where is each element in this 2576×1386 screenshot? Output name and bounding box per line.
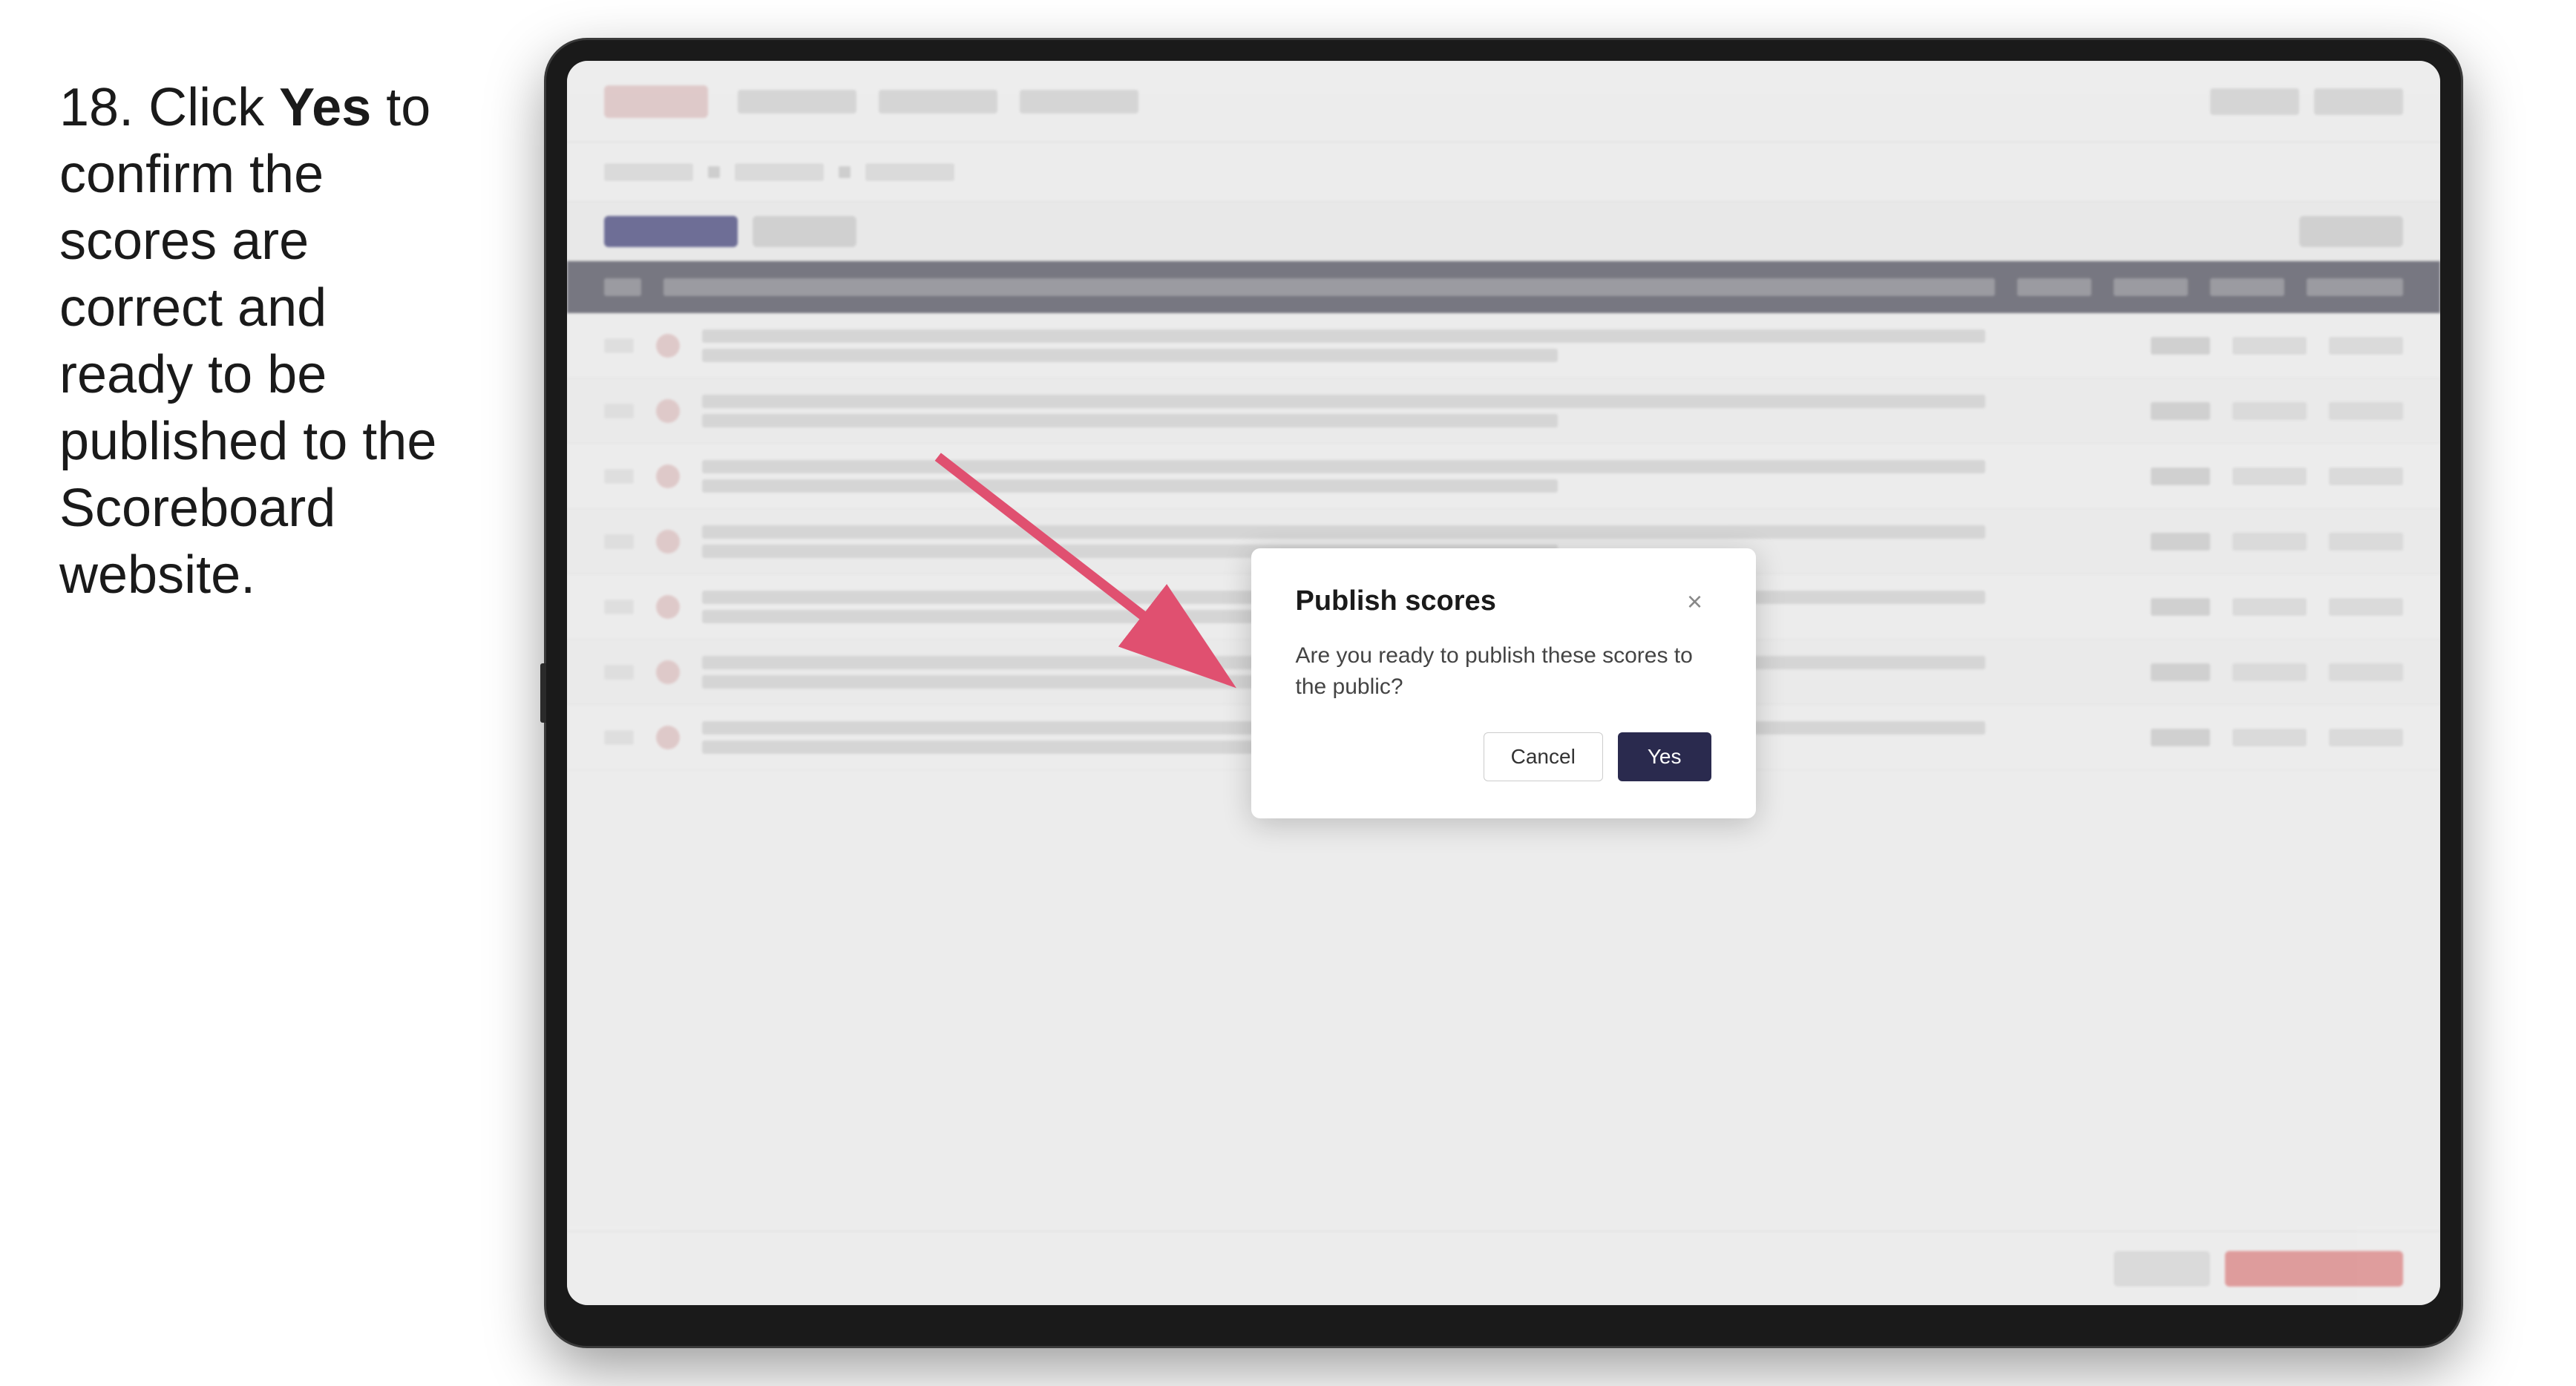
yes-button[interactable]: Yes: [1618, 732, 1711, 781]
dialog-message: Are you ready to publish these scores to…: [1296, 640, 1711, 703]
dialog-title: Publish scores: [1296, 585, 1496, 617]
tablet-frame: Publish scores × Are you ready to publis…: [490, 40, 2517, 1346]
yes-emphasis: Yes: [279, 78, 371, 137]
dialog-close-button[interactable]: ×: [1679, 585, 1711, 618]
tablet-screen: Publish scores × Are you ready to publis…: [567, 61, 2440, 1305]
cancel-button[interactable]: Cancel: [1484, 732, 1603, 781]
instruction-text: 18. Click Yes to confirm the scores are …: [59, 45, 445, 608]
tablet-outer: Publish scores × Are you ready to publis…: [546, 40, 2461, 1346]
tablet-side-button: [540, 663, 546, 723]
dialog-overlay: Publish scores × Are you ready to publis…: [567, 61, 2440, 1305]
dialog-header: Publish scores ×: [1296, 585, 1711, 618]
dialog-actions: Cancel Yes: [1296, 732, 1711, 781]
instruction-body: to confirm the scores are correct and re…: [59, 78, 436, 605]
publish-scores-dialog: Publish scores × Are you ready to publis…: [1251, 548, 1756, 818]
step-number: 18. Click: [59, 78, 279, 137]
